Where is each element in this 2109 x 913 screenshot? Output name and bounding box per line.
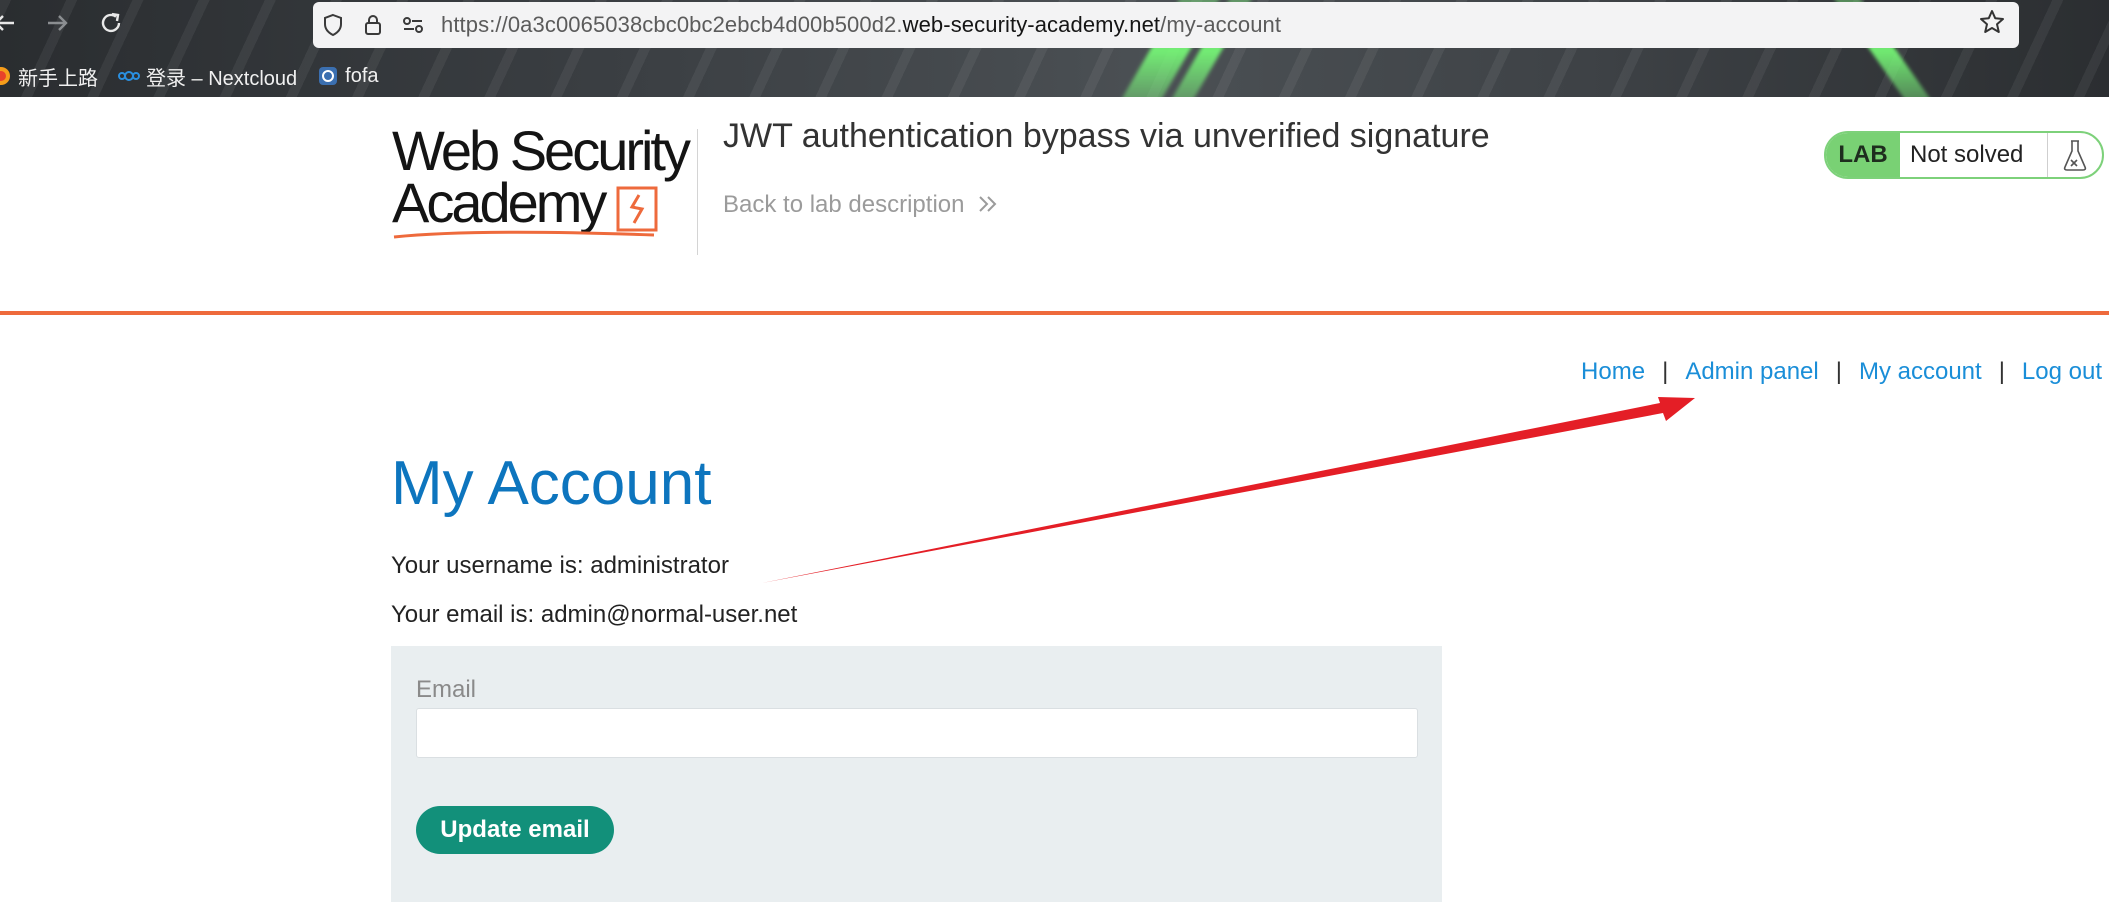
bookmark-item[interactable]: 登录 – Nextcloud	[118, 62, 297, 91]
url-text[interactable]: https://0a3c0065038cbc0bc2ebcb4d00b500d2…	[441, 12, 1281, 38]
url-prefix: https://0a3c0065038cbc0bc2ebcb4d00b500d2…	[441, 12, 903, 37]
top-navigation: Home | Admin panel | My account | Log ou…	[1581, 358, 2102, 386]
nav-separator: |	[1835, 358, 1842, 385]
lab-status-badge: LAB Not solved	[1824, 131, 2104, 179]
bookmark-label: 新手上路	[18, 67, 98, 90]
lab-title: JWT authentication bypass via unverified…	[723, 117, 1490, 155]
lab-tag: LAB	[1826, 133, 1900, 177]
academy-logo[interactable]: Web Security Academy	[392, 123, 702, 255]
username-text: Your username is: administrator	[391, 552, 729, 579]
bookmarks-bar: 新手上路 登录 – Nextcloud fofa	[0, 58, 399, 94]
address-bar[interactable]: https://0a3c0065038cbc0bc2ebcb4d00b500d2…	[313, 2, 2019, 48]
page-title: My Account	[391, 449, 712, 518]
bookmark-star-button[interactable]	[1975, 8, 2009, 42]
change-email-form: Email Update email	[391, 646, 1442, 902]
back-button[interactable]	[0, 10, 22, 44]
nextcloud-icon	[118, 65, 140, 87]
back-link-label: Back to lab description	[723, 191, 965, 218]
lab-status-text: Not solved	[1900, 133, 2048, 177]
nav-separator: |	[1662, 358, 1669, 385]
url-path: /my-account	[1160, 12, 1282, 37]
reload-icon	[101, 12, 121, 33]
email-text: Your email is: admin@normal-user.net	[391, 601, 798, 628]
double-chevron-right-icon	[979, 196, 997, 212]
firefox-icon	[0, 65, 12, 87]
nav-separator: |	[1998, 358, 2005, 385]
bookmark-label: fofa	[345, 64, 379, 87]
lab-header: Web Security Academy JWT authentication …	[0, 97, 2109, 315]
arrow-right-icon	[48, 15, 68, 31]
shield-icon[interactable]	[313, 2, 353, 48]
browser-chrome: https://0a3c0065038cbc0bc2ebcb4d00b500d2…	[0, 0, 2109, 97]
email-input[interactable]	[416, 708, 1418, 758]
arrow-left-icon	[0, 15, 14, 31]
my-account-link[interactable]: My account	[1859, 358, 1982, 386]
permissions-icon[interactable]	[393, 2, 433, 48]
header-divider	[697, 129, 698, 255]
logo-mark-icon	[393, 186, 658, 239]
bookmark-label: 登录 – Nextcloud	[146, 67, 298, 90]
flask-icon	[2048, 133, 2102, 177]
log-out-link[interactable]: Log out	[2022, 358, 2102, 386]
update-email-button[interactable]: Update email	[416, 806, 614, 854]
bookmark-item[interactable]: fofa	[317, 64, 379, 88]
url-domain: web-security-academy.net	[902, 12, 1161, 37]
back-to-lab-description-link[interactable]: Back to lab description	[723, 191, 999, 219]
forward-button[interactable]	[40, 10, 74, 44]
reload-button[interactable]	[94, 10, 128, 44]
star-icon	[1980, 10, 2004, 33]
email-label: Email	[416, 676, 477, 703]
home-link[interactable]: Home	[1581, 358, 1645, 386]
admin-panel-link[interactable]: Admin panel	[1685, 358, 1818, 386]
lock-icon[interactable]	[353, 2, 393, 48]
fofa-icon	[317, 65, 339, 87]
bookmark-item[interactable]: 新手上路	[0, 62, 98, 91]
